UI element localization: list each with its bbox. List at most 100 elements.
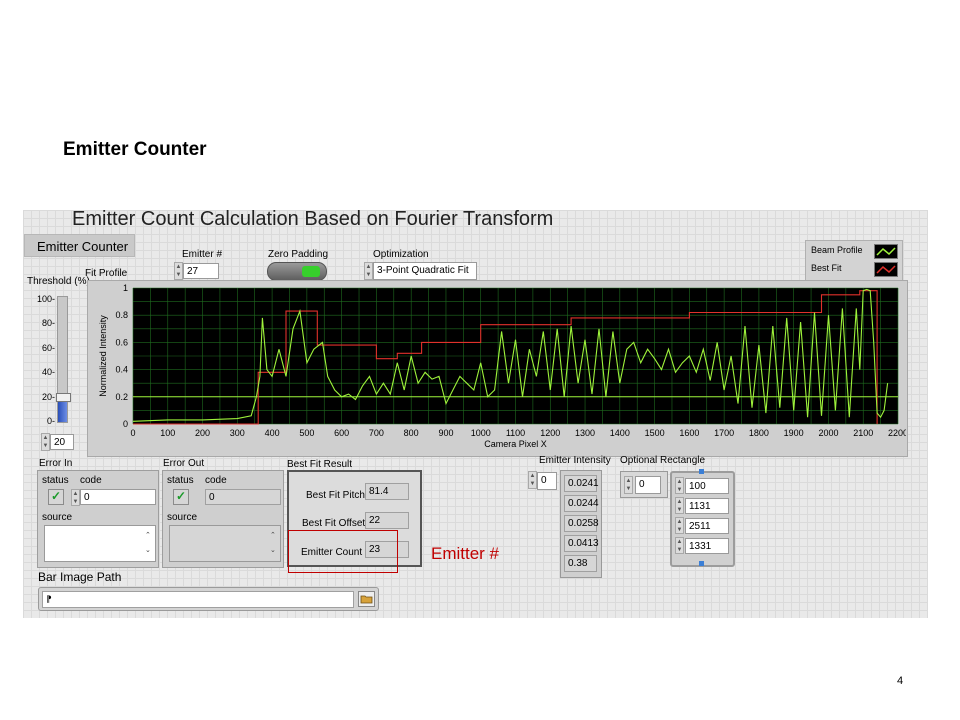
y-tick-label: 0.2 xyxy=(115,392,128,402)
error-out-source-label: source xyxy=(167,512,198,523)
error-in-code-label: code xyxy=(80,475,102,486)
error-in-status-label: status xyxy=(42,475,69,486)
emitter-count-highlight-box xyxy=(288,530,398,573)
error-in-cluster: status code ✓ ▲ ▼ 0 source ⌃ ⌄ xyxy=(37,470,159,568)
bar-image-path-input[interactable]: ⁋ xyxy=(42,591,354,608)
threshold-tick: 20- xyxy=(42,392,56,402)
emitter-num-label: Emitter # xyxy=(182,249,223,260)
threshold-tick: 0- xyxy=(47,416,56,426)
x-tick-label: 400 xyxy=(265,428,280,438)
threshold-tick: 60- xyxy=(42,343,56,353)
x-tick-label: 0 xyxy=(130,428,135,438)
scroll-arrows-icon[interactable]: ⌃ ⌄ xyxy=(270,528,278,558)
x-tick-label: 100 xyxy=(160,428,175,438)
emitter-num-spinner[interactable]: ▲ ▼ xyxy=(174,262,183,280)
intensity-value: 0.0241 xyxy=(564,475,599,492)
threshold-input[interactable]: 20 xyxy=(50,434,74,450)
array-resize-handle-top[interactable] xyxy=(699,469,704,474)
y-tick-label: 0.4 xyxy=(115,365,128,375)
x-tick-label: 1000 xyxy=(471,428,491,438)
error-out-code-value: 0 xyxy=(205,489,281,505)
y-tick-label: 0.6 xyxy=(115,337,128,347)
threshold-slider-track[interactable] xyxy=(56,296,71,423)
folder-browse-button[interactable] xyxy=(358,591,375,607)
emitter-num-input[interactable]: 27 xyxy=(183,263,219,279)
folder-icon xyxy=(360,595,373,604)
x-tick-label: 1300 xyxy=(575,428,595,438)
x-tick-label: 600 xyxy=(334,428,349,438)
tab-emitter-counter[interactable]: Emitter Counter xyxy=(24,234,135,257)
x-tick-label: 1200 xyxy=(540,428,560,438)
intensity-value: 0.0244 xyxy=(564,495,599,512)
y-tick-label: 1 xyxy=(123,283,128,293)
error-in-source-field[interactable]: ⌃ ⌄ xyxy=(44,525,156,562)
threshold-tick: 40- xyxy=(42,367,56,377)
error-out-status-indicator: ✓ xyxy=(173,489,189,505)
error-in-source-label: source xyxy=(42,512,73,523)
x-tick-label: 200 xyxy=(195,428,210,438)
emitter-intensity-index-spinner[interactable]: ▲ ▼ xyxy=(528,471,537,489)
toggle-on-indicator xyxy=(302,266,320,277)
x-tick-label: 500 xyxy=(299,428,314,438)
x-tick-label: 1900 xyxy=(784,428,804,438)
rect-spinner[interactable]: ▲ ▼ xyxy=(675,477,684,494)
bar-image-path-control: ⁋ xyxy=(38,587,379,611)
x-tick-label: 2000 xyxy=(818,428,838,438)
fit-profile-graph[interactable]: 0 100 200 300 400 500 600 700 800 900 1000 1100 1200… xyxy=(87,280,906,455)
x-tick-label: 700 xyxy=(369,428,384,438)
emitter-intensity-array: 0.0241 0.0244 0.0258 0.0413 0.38 xyxy=(560,470,602,578)
threshold-slider-knob[interactable] xyxy=(56,393,71,402)
labview-front-panel: Emitter Count Calculation Based on Fouri… xyxy=(23,210,928,618)
rect-value[interactable]: 1331 xyxy=(685,538,729,554)
optimization-spinner[interactable]: ▲ ▼ xyxy=(364,262,373,280)
rect-value[interactable]: 100 xyxy=(685,478,729,494)
x-axis-label: Camera Pixel X xyxy=(484,439,547,449)
error-in-code-spinner[interactable]: ▲ ▼ xyxy=(71,489,80,506)
fit-profile-label: Fit Profile xyxy=(85,268,128,279)
array-resize-handle-bottom[interactable] xyxy=(699,561,704,566)
intensity-value: 0.0413 xyxy=(564,535,599,552)
error-out-code-label: code xyxy=(205,475,227,486)
legend-best-fit-label: Best Fit xyxy=(811,263,842,273)
best-fit-offset-value: 22 xyxy=(365,512,409,529)
emitter-intensity-index[interactable]: 0 xyxy=(537,472,557,490)
x-tick-label: 1600 xyxy=(679,428,699,438)
rect-spinner[interactable]: ▲ ▼ xyxy=(675,517,684,534)
intensity-value: 0.0258 xyxy=(564,515,599,532)
error-in-code-input[interactable]: 0 xyxy=(80,489,156,505)
x-tick-label: 900 xyxy=(438,428,453,438)
optimization-select[interactable]: 3-Point Quadratic Fit xyxy=(373,262,477,280)
rect-spinner[interactable]: ▲ ▼ xyxy=(675,497,684,514)
x-tick-label: 1500 xyxy=(645,428,665,438)
page-number: 4 xyxy=(897,675,904,687)
optional-rectangle-array: ▲ ▼ 100 ▲ ▼ 1131 ▲ ▼ 2511 ▲ ▼ 1331 xyxy=(670,471,735,567)
path-icon: ⁋ xyxy=(46,594,52,604)
panel-title: Emitter Count Calculation Based on Fouri… xyxy=(72,210,554,230)
x-tick-label: 1400 xyxy=(610,428,630,438)
error-in-status-checkbox[interactable]: ✓ xyxy=(48,489,64,505)
zero-padding-toggle[interactable] xyxy=(267,262,327,281)
best-fit-title: Best Fit Result xyxy=(287,459,353,470)
optional-rectangle-index-spinner[interactable]: ▲ ▼ xyxy=(624,476,633,494)
scroll-arrows-icon[interactable]: ⌃ ⌄ xyxy=(145,528,153,558)
optimization-label: Optimization xyxy=(373,249,429,260)
rect-value[interactable]: 2511 xyxy=(685,518,729,534)
threshold-spinner[interactable]: ▲ ▼ xyxy=(41,433,50,451)
rect-value[interactable]: 1131 xyxy=(685,498,729,514)
emitter-intensity-title: Emitter Intensity xyxy=(539,455,611,466)
x-tick-label: 300 xyxy=(230,428,245,438)
x-tick-label: 2200 xyxy=(888,428,906,438)
legend-beam-swatch[interactable] xyxy=(874,244,898,259)
y-axis-label: Normalized Intensity xyxy=(98,315,108,397)
x-tick-label: 2100 xyxy=(853,428,873,438)
emitter-annotation: Emitter # xyxy=(431,544,500,563)
optional-rectangle-title: Optional Rectangle xyxy=(620,455,706,466)
legend-fit-swatch[interactable] xyxy=(874,262,898,277)
threshold-tick: 80- xyxy=(42,318,56,328)
x-tick-label: 1100 xyxy=(506,428,525,438)
rect-spinner[interactable]: ▲ ▼ xyxy=(675,537,684,554)
optional-rectangle-index-frame: ▲ ▼ 0 xyxy=(620,471,668,498)
optional-rectangle-index[interactable]: 0 xyxy=(635,476,661,494)
x-tick-label: 800 xyxy=(404,428,419,438)
error-out-title: Error Out xyxy=(163,458,205,469)
